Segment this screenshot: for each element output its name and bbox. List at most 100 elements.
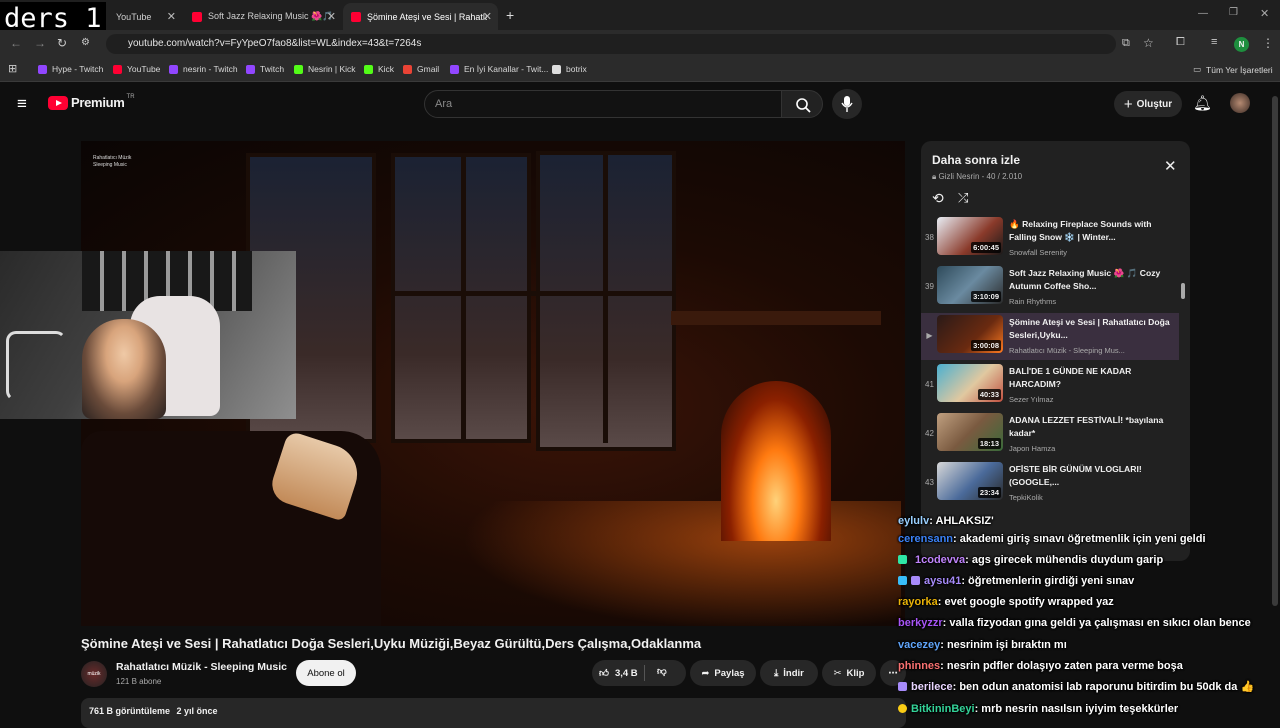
stream-chat-overlay: eylulv: AHLAKSIZ' cerensann: akademi gir… [898, 510, 1280, 720]
media-control-icon[interactable]: ≡ [1211, 36, 1217, 48]
youtube-header: ≡ Premium TR Ara + Oluştur 🔔︎ [0, 82, 1280, 128]
bookmark-en-iyi-kanallar[interactable]: En İyi Kanallar - Twit... [450, 64, 548, 74]
twitch-icon [38, 64, 47, 74]
playlist-item[interactable]: 38 6:00:45 🔥 Relaxing Fireplace Sounds w… [921, 215, 1179, 262]
chat-message: BitkininBeyi: mrb nesrin nasılsın iyiyim… [898, 698, 1178, 719]
bookmark-kick[interactable]: Kick [364, 64, 394, 74]
apps-grid-icon[interactable]: ⊞ [8, 62, 17, 75]
playlist-scrollbar[interactable] [1181, 283, 1185, 299]
bookmark-gmail[interactable]: Gmail [403, 64, 439, 74]
create-button[interactable]: + Oluştur [1114, 91, 1182, 117]
chat-message: rayorka: evet google spotify wrapped yaz [898, 595, 1114, 608]
download-button[interactable]: ⤓ İndir [760, 660, 818, 686]
close-icon[interactable]: ✕ [327, 10, 336, 23]
chat-message: berkyzzr: valla fizyodan gına geldi ya ç… [898, 616, 1251, 629]
site-info-icon[interactable]: ⚙ [81, 37, 90, 48]
bookmarks-bar: ⊞ Hype - Twitch YouTube nesrin - Twitch … [0, 58, 1280, 82]
webcam-overlay [0, 251, 296, 419]
bookmark-nesrin-twitch[interactable]: nesrin - Twitch [169, 64, 238, 74]
video-thumbnail: 40:33 [937, 364, 1003, 402]
reload-icon[interactable]: ↻ [57, 36, 67, 50]
fireplace-mantel [671, 311, 881, 325]
close-icon[interactable]: ✕ [483, 10, 492, 23]
hamburger-menu-icon[interactable]: ≡ [17, 94, 27, 114]
bookmark-star-icon[interactable]: ☆ [1143, 36, 1154, 50]
chat-badge-icon [898, 576, 907, 585]
dislike-button[interactable]: 👎︎ [657, 665, 667, 677]
bookmark-twitch[interactable]: Twitch [246, 64, 284, 74]
chat-badge-icon [911, 576, 920, 585]
extensions-icon[interactable]: ⧠ [1176, 36, 1185, 49]
menu-icon[interactable]: ⋮ [1262, 36, 1274, 50]
profile-avatar[interactable]: N [1234, 37, 1249, 52]
youtube-premium-logo[interactable]: Premium TR [48, 94, 135, 110]
thumbs-up-icon: 👍︎ [599, 668, 609, 679]
chat-message: 1codevva: ags girecek mühendis duydum ga… [898, 549, 1163, 570]
like-button[interactable]: 👍︎ [599, 667, 609, 679]
close-icon[interactable]: ✕ [167, 10, 176, 23]
playlist-item[interactable]: 39 3:10:09 Soft Jazz Relaxing Music 🌺 🎵 … [921, 264, 1179, 311]
voice-search-button[interactable] [832, 89, 862, 119]
bookmark-youtube[interactable]: YouTube [113, 64, 160, 74]
bookmark-botrix[interactable]: botrix [552, 64, 587, 74]
account-avatar[interactable] [1230, 93, 1250, 113]
streamer [82, 319, 166, 419]
cast-icon[interactable]: ⧉ [1122, 37, 1130, 50]
kick-icon [294, 64, 303, 74]
chat-message: cerensann: akademi giriş sınavı öğretmen… [898, 532, 1206, 545]
chat-message: phinnes: nesrin pdfler dolaşıyo zaten pa… [898, 659, 1183, 672]
like-dislike-group: 👍︎ 3,4 B 👎︎ [592, 660, 686, 686]
channel-avatar[interactable]: müzik [81, 661, 107, 687]
view-count: 761 B görüntüleme [89, 706, 171, 716]
bookmark-nesrin-kick[interactable]: Nesrin | Kick [294, 64, 356, 74]
tab-label: YouTube [116, 11, 152, 22]
playlist-title[interactable]: Daha sonra izle [932, 153, 1020, 167]
shuffle-icon[interactable]: ⤮ [958, 190, 968, 206]
lock-icon: 🔒︎ [932, 172, 937, 181]
share-button[interactable]: ➦ Paylaş [690, 660, 756, 686]
subscriber-count: 121 B abone [116, 677, 162, 686]
restore-button[interactable]: ❐ [1229, 7, 1238, 18]
notifications-bell-icon[interactable]: 🔔︎ [1193, 94, 1212, 112]
youtube-favicon-icon [192, 11, 202, 22]
playlist-item[interactable]: 41 40:33 BALİ'DE 1 GÜNDE NE KADAR HARCAD… [921, 362, 1179, 409]
loop-playlist-icon[interactable]: ⟲ [932, 190, 944, 207]
tab-somine-atesi[interactable]: Şömine Ateşi ve Sesi | Rahatlatı ✕ [343, 3, 498, 30]
url-field[interactable]: youtube.com/watch?v=FyYpeO7fao8&list=WL&… [106, 34, 1116, 54]
clip-button[interactable]: ✂ Klip [822, 660, 876, 686]
description-box[interactable]: 761 B görüntüleme 2 yıl önce [81, 698, 906, 728]
address-bar-row: ← → ↻ ⚙ youtube.com/watch?v=FyYpeO7fao8&… [0, 30, 1280, 58]
playlist-item-current[interactable]: ▶ 3:00:08 Şömine Ateşi ve Sesi | Rahatla… [921, 313, 1179, 360]
chat-message: aysu41: öğretmenlerin girdiği yeni sınav [898, 570, 1134, 591]
video-thumbnail: 3:00:08 [937, 315, 1003, 353]
video-thumbnail: 6:00:45 [937, 217, 1003, 255]
bookmark-hype-twitch[interactable]: Hype - Twitch [38, 64, 103, 74]
new-tab-button[interactable]: + [506, 7, 514, 23]
fireplace-fire [721, 381, 831, 541]
tab-soft-jazz[interactable]: Soft Jazz Relaxing Music 🌺🎵 ✕ [184, 3, 342, 30]
chat-badge-icon [898, 704, 907, 713]
channel-watermark: Rahatlatıcı Müzik Sleeping Music [93, 155, 132, 168]
chat-message: vacezey: nesrinim işi bıraktın mı [898, 638, 1067, 651]
playlist-item[interactable]: 43 23:34 OFİSTE BİR GÜNÜM VLOGLARI! (GOO… [921, 460, 1179, 507]
back-icon[interactable]: ← [10, 36, 22, 50]
close-playlist-button[interactable]: ✕ [1164, 157, 1177, 175]
search-input[interactable]: Ara [424, 90, 782, 118]
bookmark-all-folder[interactable]: ▭ Tüm Yer İşaretleri [1193, 64, 1273, 75]
forward-icon[interactable]: → [34, 36, 46, 50]
video-thumbnail: 18:13 [937, 413, 1003, 451]
botrix-icon [552, 64, 561, 74]
subscribe-button[interactable]: Abone ol [296, 660, 356, 686]
tab-label: Şömine Ateşi ve Sesi | Rahatlatı [367, 11, 487, 22]
scissors-icon: ✂ [833, 667, 842, 679]
folder-icon: ▭ [1193, 64, 1202, 74]
search-icon [796, 98, 811, 113]
twitch-icon [169, 64, 178, 74]
channel-name[interactable]: Rahatlatıcı Müzik - Sleeping Music [116, 661, 287, 673]
search-button[interactable] [781, 90, 823, 118]
playlist-subtitle: 🔒︎ Gizli Nesrin - 40 / 2.010 [932, 172, 1023, 181]
more-horizontal-icon: ⋯ [888, 667, 898, 679]
minimize-button[interactable]: — [1198, 8, 1208, 19]
playlist-item[interactable]: 42 18:13 ADANA LEZZET FESTİVALİ! *bayıla… [921, 411, 1179, 458]
close-window-button[interactable]: ✕ [1260, 7, 1269, 20]
